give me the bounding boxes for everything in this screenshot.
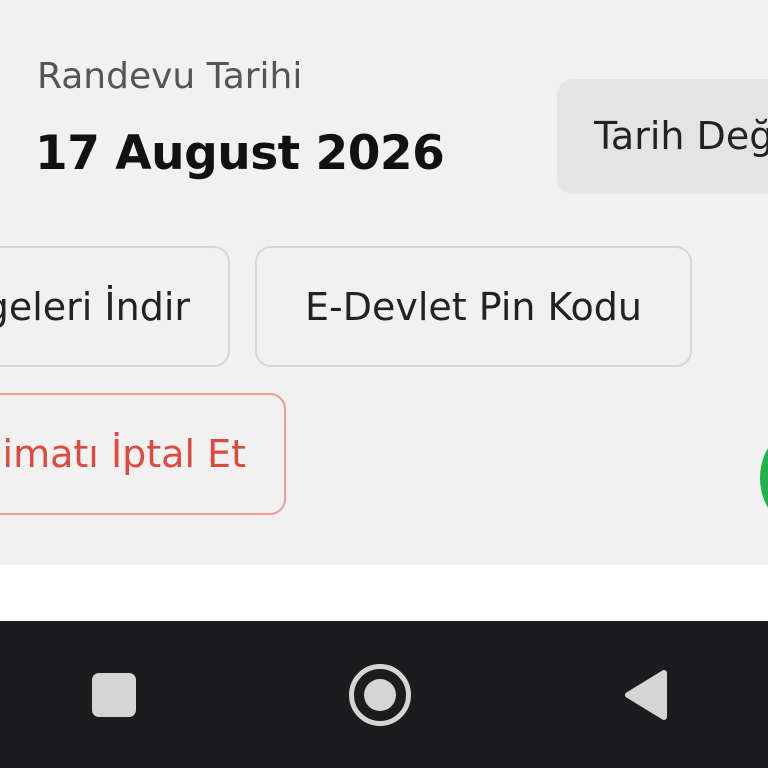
appointment-screen: Randevu Tarihi 17 August 2026 Tarih Deği… [0,0,768,768]
appointment-card: Randevu Tarihi 17 August 2026 Tarih Deği… [0,0,768,565]
appointment-date-label: Randevu Tarihi [37,56,303,97]
download-documents-button[interactable]: Belgeleri İndir [0,246,230,367]
square-icon [92,672,136,717]
triangle-back-icon [625,669,667,720]
circle-home-icon [349,663,411,726]
whatsapp-fab-button[interactable] [760,418,768,538]
cancel-instruction-button[interactable]: Randevu Talimatı İptal Et [0,393,286,515]
android-navigation-bar [0,621,768,768]
home-icon-dot [364,678,396,711]
recents-button[interactable] [54,621,174,768]
back-button[interactable] [585,621,705,768]
edevlet-pin-code-button[interactable]: E-Devlet Pin Kodu [255,246,692,367]
cancel-instruction-label: Randevu Talimatı İptal Et [0,432,246,476]
appointment-date-value: 17 August 2026 [35,126,445,181]
edevlet-pin-code-label: E-Devlet Pin Kodu [304,284,643,329]
home-button[interactable] [320,621,440,768]
download-documents-label: Belgeleri İndir [0,284,190,329]
change-date-button[interactable]: Tarih Değiştir [557,79,768,194]
